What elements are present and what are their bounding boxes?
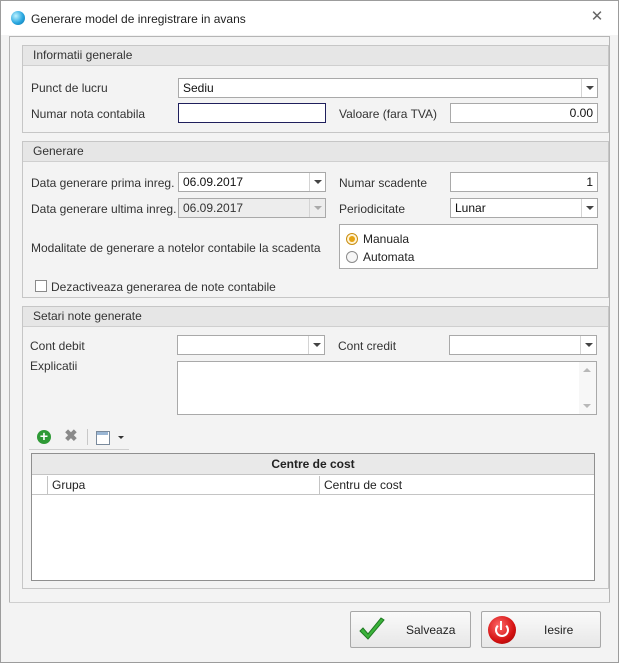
toolbar-separator xyxy=(87,429,88,445)
scroll-down-icon[interactable] xyxy=(583,404,591,408)
power-icon xyxy=(488,616,516,644)
centre-de-cost-grid: Centre de cost Grupa Centru de cost xyxy=(31,453,595,581)
chevron-down-icon[interactable] xyxy=(118,436,124,439)
cont-debit-select[interactable] xyxy=(177,335,325,355)
column-header-centru-de-cost[interactable]: Centru de cost xyxy=(320,476,594,494)
dezactiveaza-checkbox[interactable] xyxy=(35,280,47,292)
data-ultima-label: Data generare ultima inreg. xyxy=(31,202,177,216)
radio-automata[interactable] xyxy=(346,251,358,263)
plus-icon[interactable] xyxy=(35,428,55,446)
dialog-window: Generare model de inregistrare in avans … xyxy=(0,0,619,663)
exit-button[interactable]: Iesire xyxy=(481,611,601,648)
numar-nota-label: Numar nota contabila xyxy=(31,107,146,121)
chevron-down-icon[interactable] xyxy=(308,336,324,354)
group-generare: Generare xyxy=(22,141,609,298)
chevron-down-icon[interactable] xyxy=(309,173,325,191)
app-icon xyxy=(11,11,25,25)
radio-manuala-label[interactable]: Manuala xyxy=(363,232,409,246)
cont-credit-label: Cont credit xyxy=(338,339,397,353)
close-icon[interactable]: ✕ xyxy=(590,9,604,24)
explicatii-label: Explicatii xyxy=(30,359,78,373)
footer-divider xyxy=(9,602,610,603)
chevron-down-icon[interactable] xyxy=(581,79,597,97)
data-prima-label: Data generare prima inreg. xyxy=(31,176,175,190)
grid-header-row: Grupa Centru de cost xyxy=(32,476,594,495)
group-header: Setari note generate xyxy=(23,307,608,327)
chevron-down-icon[interactable] xyxy=(581,199,597,217)
window-title: Generare model de inregistrare in avans xyxy=(31,12,246,26)
scroll-up-icon[interactable] xyxy=(583,368,591,372)
punct-de-lucru-value: Sediu xyxy=(183,81,214,95)
punct-de-lucru-select[interactable]: Sediu xyxy=(178,78,598,98)
data-ultima-value: 06.09.2017 xyxy=(183,201,244,215)
grid-band-title: Centre de cost xyxy=(32,454,594,475)
dialog-content: Informatii generale Punct de lucru Sediu… xyxy=(9,36,610,603)
layout-icon[interactable] xyxy=(93,428,113,446)
title-bar: Generare model de inregistrare in avans … xyxy=(1,1,618,35)
dezactiveaza-label[interactable]: Dezactiveaza generarea de note contabile xyxy=(51,280,276,294)
explicatii-textarea[interactable] xyxy=(177,361,597,415)
cont-credit-select[interactable] xyxy=(449,335,597,355)
chevron-down-icon xyxy=(309,199,325,217)
periodicitate-value: Lunar xyxy=(455,201,486,215)
modalitate-label: Modalitate de generare a notelor contabi… xyxy=(31,241,321,255)
data-prima-date-picker[interactable]: 06.09.2017 xyxy=(178,172,326,192)
data-prima-value: 06.09.2017 xyxy=(183,175,244,189)
chevron-down-icon[interactable] xyxy=(580,336,596,354)
vertical-scrollbar[interactable] xyxy=(579,362,596,414)
data-ultima-date-picker: 06.09.2017 xyxy=(178,198,326,218)
radio-manuala[interactable] xyxy=(346,233,358,245)
punct-de-lucru-label: Punct de lucru xyxy=(31,81,108,95)
periodicitate-select[interactable]: Lunar xyxy=(450,198,598,218)
check-icon xyxy=(359,617,385,640)
grid-toolbar: ✖ xyxy=(29,424,129,450)
valoare-input[interactable]: 0.00 xyxy=(450,103,598,123)
group-header: Informatii generale xyxy=(23,46,608,66)
exit-button-label: Iesire xyxy=(544,623,574,637)
row-indicator-header xyxy=(32,476,48,494)
valoare-label: Valoare (fara TVA) xyxy=(339,107,438,121)
save-button-label: Salveaza xyxy=(406,623,456,637)
save-button[interactable]: Salveaza xyxy=(350,611,471,648)
periodicitate-label: Periodicitate xyxy=(339,202,406,216)
numar-nota-input[interactable] xyxy=(178,103,326,123)
group-header: Generare xyxy=(23,142,608,162)
modalitate-radio-group: Manuala Automata xyxy=(339,224,598,269)
delete-icon[interactable]: ✖ xyxy=(61,428,81,446)
numar-scadente-input[interactable]: 1 xyxy=(450,172,598,192)
radio-automata-label[interactable]: Automata xyxy=(363,250,414,264)
column-header-grupa[interactable]: Grupa xyxy=(48,476,320,494)
cont-debit-label: Cont debit xyxy=(30,339,85,353)
numar-scadente-label: Numar scadente xyxy=(339,176,428,190)
